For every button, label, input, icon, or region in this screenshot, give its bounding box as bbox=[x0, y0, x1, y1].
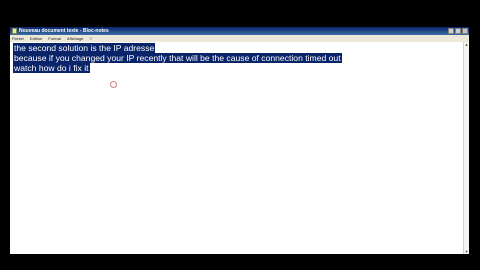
menu-file[interactable]: Fichier bbox=[10, 35, 28, 42]
text-line: watch how do i fix it bbox=[13, 63, 90, 73]
scroll-up-icon[interactable]: ▲ bbox=[464, 42, 469, 47]
mouse-cursor-ring-icon bbox=[110, 81, 117, 88]
close-button[interactable] bbox=[462, 28, 468, 34]
text-editor-area[interactable]: the second solution is the IP adresse be… bbox=[10, 42, 463, 254]
selected-text[interactable]: watch how do i fix it bbox=[13, 63, 90, 73]
menu-format[interactable]: Format bbox=[46, 35, 65, 42]
selected-text[interactable]: the second solution is the IP adresse bbox=[13, 43, 156, 53]
menu-view[interactable]: Affichage bbox=[65, 35, 88, 42]
window-title: Nouveau document texte - Bloc-notes bbox=[19, 28, 109, 34]
window-controls bbox=[448, 28, 468, 34]
vertical-scrollbar[interactable]: ▲ ▼ bbox=[463, 42, 469, 254]
minimize-button[interactable] bbox=[448, 28, 454, 34]
text-line: because if you changed your IP recently … bbox=[13, 53, 342, 63]
menu-help[interactable]: ? bbox=[88, 35, 96, 42]
selected-text[interactable]: because if you changed your IP recently … bbox=[13, 53, 342, 63]
maximize-button[interactable] bbox=[455, 28, 461, 34]
text-line: the second solution is the IP adresse bbox=[13, 43, 156, 53]
menu-bar: Fichier Edition Format Affichage ? bbox=[10, 35, 469, 42]
notepad-window: Nouveau document texte - Bloc-notes Fich… bbox=[10, 27, 469, 254]
scroll-down-icon[interactable]: ▼ bbox=[464, 249, 469, 254]
notepad-icon bbox=[12, 28, 17, 34]
menu-edit[interactable]: Edition bbox=[28, 35, 46, 42]
title-bar[interactable]: Nouveau document texte - Bloc-notes bbox=[10, 27, 469, 35]
